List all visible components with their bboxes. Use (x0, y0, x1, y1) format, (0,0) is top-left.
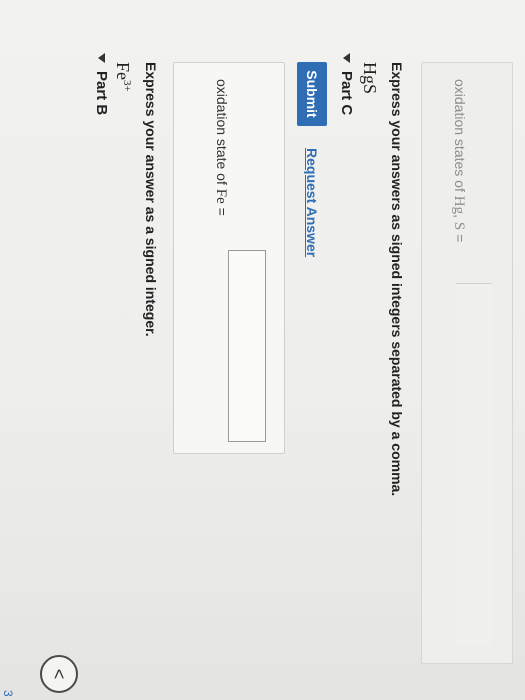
page-number: 3 (1, 690, 15, 697)
caret-down-icon (343, 53, 350, 63)
part-b-answer-input[interactable] (228, 250, 266, 442)
caret-down-icon (98, 53, 105, 63)
part-b-formula: Fe3+ (113, 62, 133, 92)
request-answer-link[interactable]: Request Answer (304, 148, 320, 257)
part-c-answer-box: oxidation states of Hg, S = (421, 62, 513, 664)
part-b-answer-label: oxidation state of Fe = (213, 79, 230, 216)
submit-button[interactable]: Submit (297, 62, 327, 126)
part-c-answer-input[interactable] (456, 283, 492, 644)
part-b-instruction: Express your answer as a signed integer. (143, 62, 159, 337)
part-c-answer-label: oxidation states of Hg, S = (451, 79, 468, 243)
part-c-header[interactable]: Part C (338, 53, 355, 115)
part-b-answer-box: oxidation state of Fe = (173, 62, 285, 454)
question-panel-background: Part B Fe3+ Express your answer as a sig… (0, 0, 525, 700)
previous-button[interactable]: < (40, 655, 78, 693)
question-panel: Part B Fe3+ Express your answer as a sig… (0, 0, 525, 700)
part-c-instruction: Express your answers as signed integers … (389, 62, 405, 497)
part-c-formula: HgS (360, 62, 380, 95)
part-b-header[interactable]: Part B (93, 53, 110, 115)
chevron-left-icon: < (49, 668, 70, 680)
part-c-title: Part C (338, 71, 355, 116)
part-b-title: Part B (93, 71, 110, 116)
